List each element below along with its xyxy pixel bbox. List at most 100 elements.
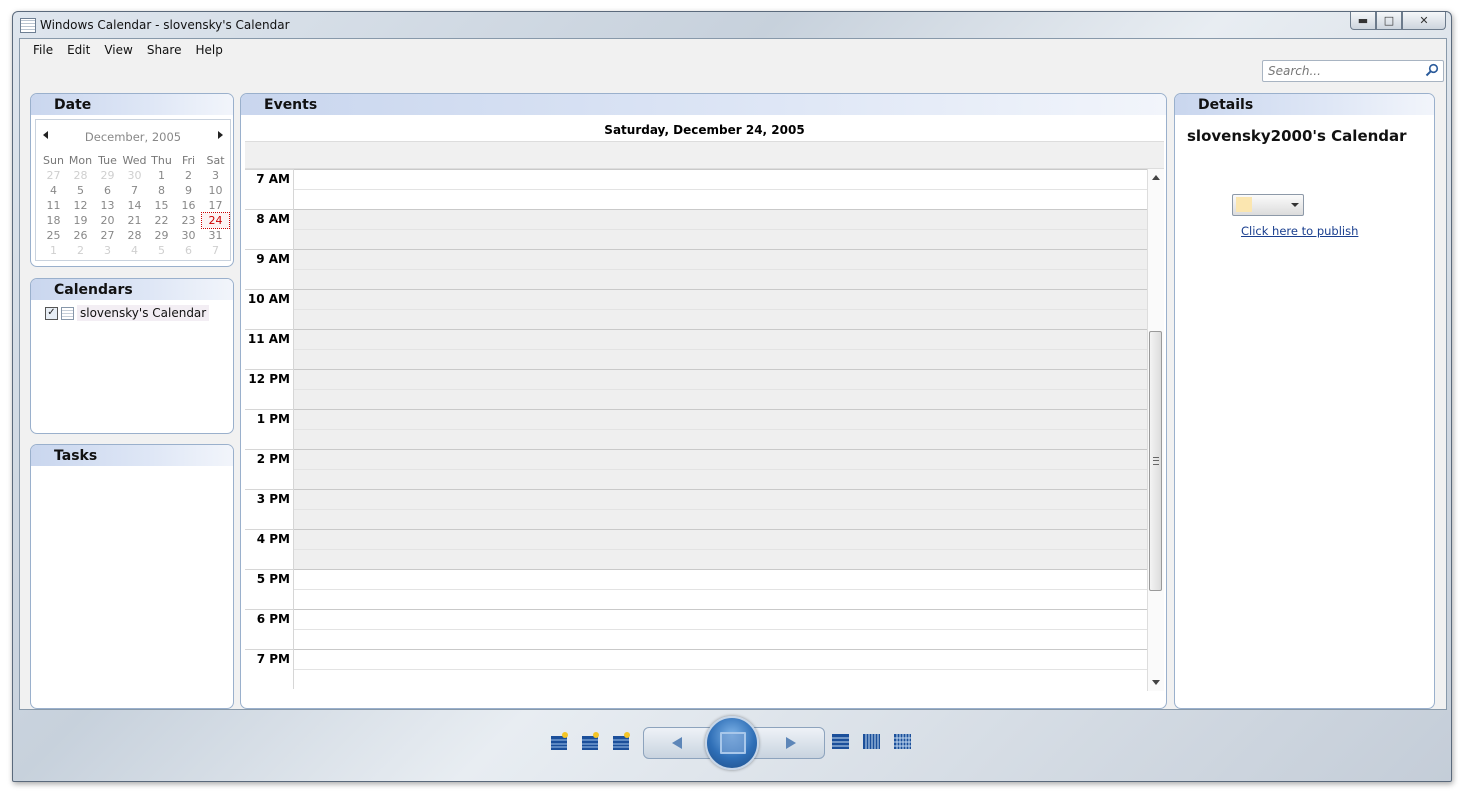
hour-label: 11 AM — [245, 329, 294, 369]
day-cell[interactable]: 4 — [40, 183, 67, 198]
day-cell[interactable]: 19 — [67, 213, 94, 228]
new-task-icon[interactable] — [581, 732, 600, 751]
day-cell[interactable]: 2 — [175, 168, 202, 183]
scrollbar-thumb[interactable] — [1149, 331, 1162, 591]
day-cell[interactable]: 10 — [202, 183, 229, 198]
day-cell[interactable]: 3 — [94, 243, 121, 258]
next-month-icon[interactable] — [218, 131, 223, 139]
today-button[interactable] — [705, 716, 759, 770]
time-slot[interactable] — [294, 289, 1147, 329]
time-slot[interactable] — [294, 209, 1147, 249]
time-slot[interactable] — [294, 169, 1147, 209]
day-cell[interactable]: 7 — [202, 243, 229, 258]
next-icon[interactable] — [786, 737, 796, 749]
hour-row: 4 PM — [245, 529, 1147, 569]
day-cell[interactable]: 15 — [148, 198, 175, 213]
search-icon[interactable] — [1425, 63, 1439, 77]
day-cell[interactable]: 11 — [40, 198, 67, 213]
day-cell[interactable]: 8 — [148, 183, 175, 198]
selected-day[interactable]: 24 — [201, 212, 230, 229]
hour-label: 6 PM — [245, 609, 294, 649]
day-cell[interactable]: 14 — [121, 198, 148, 213]
day-cell[interactable]: 7 — [121, 183, 148, 198]
minimize-button[interactable]: ▬ — [1350, 12, 1376, 30]
time-slot[interactable] — [294, 449, 1147, 489]
new-appointment-icon[interactable] — [550, 732, 569, 751]
day-cell[interactable]: 29 — [148, 228, 175, 243]
day-cell[interactable]: 5 — [148, 243, 175, 258]
new-calendar-icon[interactable] — [612, 732, 631, 751]
scroll-up-icon[interactable] — [1152, 175, 1160, 180]
day-cell[interactable]: 26 — [67, 228, 94, 243]
calendar-list-label[interactable]: slovensky's Calendar — [77, 305, 210, 321]
day-cell[interactable]: 21 — [121, 213, 148, 228]
day-cell[interactable]: 29 — [94, 168, 121, 183]
time-slot[interactable] — [294, 529, 1147, 569]
time-slot[interactable] — [294, 649, 1147, 689]
maximize-button[interactable]: □ — [1376, 12, 1402, 30]
day-cell[interactable]: 31 — [202, 228, 229, 243]
calendar-visible-checkbox[interactable]: ✓ — [45, 306, 58, 320]
month-view-icon[interactable] — [893, 732, 912, 751]
day-cell[interactable]: 4 — [121, 243, 148, 258]
hour-label: 7 PM — [245, 649, 294, 689]
day-cell[interactable]: 1 — [148, 168, 175, 183]
day-time-grid[interactable]: 7 AM 8 AM 9 AM 10 AM 11 AM 12 PM 1 PM 2 PM 3 PM 4… — [245, 169, 1147, 691]
day-cell[interactable]: 23 — [175, 213, 202, 228]
time-slot[interactable] — [294, 249, 1147, 289]
publish-link[interactable]: Click here to publish — [1241, 224, 1358, 238]
hour-label: 9 AM — [245, 249, 294, 289]
scroll-down-icon[interactable] — [1152, 680, 1160, 685]
weekday-label: Wed — [122, 154, 147, 167]
hour-label: 1 PM — [245, 409, 294, 449]
day-cell[interactable]: 28 — [67, 168, 94, 183]
time-slot[interactable] — [294, 369, 1147, 409]
window-title: Windows Calendar - slovensky's Calendar — [40, 18, 290, 32]
day-cell[interactable]: 1 — [40, 243, 67, 258]
day-cell[interactable]: 17 — [202, 198, 229, 213]
time-slot[interactable] — [294, 329, 1147, 369]
day-view-icon[interactable] — [831, 732, 850, 751]
all-day-area[interactable] — [245, 142, 1164, 169]
day-cell[interactable]: 27 — [40, 168, 67, 183]
menu-file[interactable]: File — [26, 42, 60, 58]
day-cell[interactable]: 5 — [67, 183, 94, 198]
menu-view[interactable]: View — [97, 42, 139, 58]
day-cell[interactable]: 3 — [202, 168, 229, 183]
time-slot[interactable] — [294, 569, 1147, 609]
day-cell[interactable]: 30 — [175, 228, 202, 243]
calendar-color-dropdown[interactable] — [1232, 194, 1304, 216]
week-view-icon[interactable] — [862, 732, 881, 751]
day-cell[interactable]: 16 — [175, 198, 202, 213]
previous-icon[interactable] — [672, 737, 682, 749]
day-cell[interactable]: 20 — [94, 213, 121, 228]
search-input[interactable]: Search... — [1262, 60, 1444, 82]
hour-label: 2 PM — [245, 449, 294, 489]
minimize-icon: ▬ — [1357, 14, 1369, 27]
day-cell[interactable]: 12 — [67, 198, 94, 213]
week-row: 1234567 — [40, 243, 229, 258]
menu-edit[interactable]: Edit — [60, 42, 97, 58]
day-cell[interactable]: 13 — [94, 198, 121, 213]
day-cell[interactable]: 27 — [94, 228, 121, 243]
time-slot[interactable] — [294, 409, 1147, 449]
day-cell[interactable]: 9 — [175, 183, 202, 198]
events-scrollbar[interactable] — [1147, 169, 1164, 691]
time-slot[interactable] — [294, 609, 1147, 649]
day-cell[interactable]: 28 — [121, 228, 148, 243]
time-slot[interactable] — [294, 489, 1147, 529]
calendar-list-item[interactable]: ✓ slovensky's Calendar — [45, 305, 210, 321]
day-cell[interactable]: 25 — [40, 228, 67, 243]
menu-share[interactable]: Share — [140, 42, 189, 58]
day-cell[interactable]: 6 — [175, 243, 202, 258]
day-cell[interactable]: 30 — [121, 168, 148, 183]
day-cell[interactable]: 6 — [94, 183, 121, 198]
details-calendar-name: slovensky2000's Calendar — [1187, 127, 1407, 145]
day-cell[interactable]: 18 — [40, 213, 67, 228]
day-cell[interactable]: 22 — [148, 213, 175, 228]
menu-help[interactable]: Help — [188, 42, 229, 58]
hour-row: 9 AM — [245, 249, 1147, 289]
day-cell[interactable]: 2 — [67, 243, 94, 258]
chevron-down-icon — [1291, 203, 1299, 207]
close-button[interactable]: ✕ — [1402, 12, 1446, 30]
